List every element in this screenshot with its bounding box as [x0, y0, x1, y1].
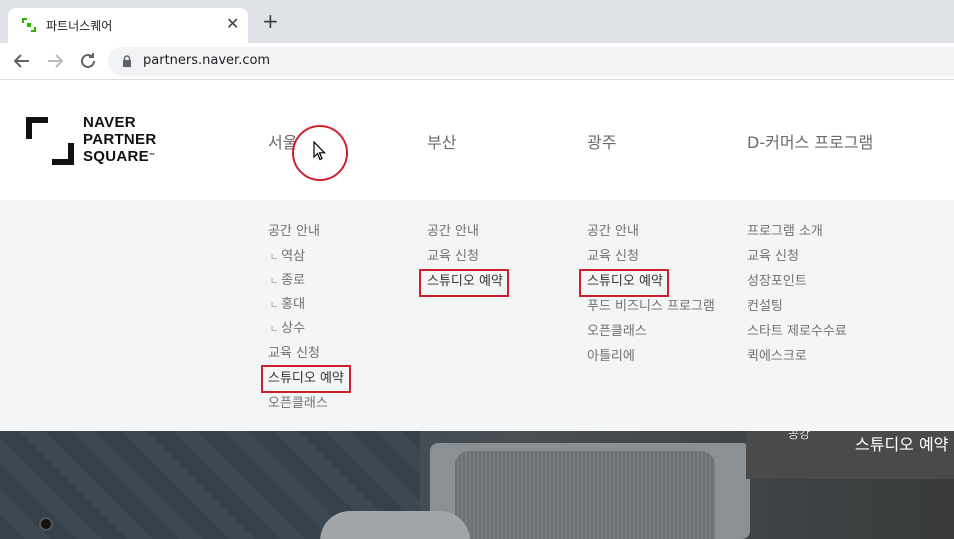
url-text: partners.naver.com — [143, 53, 271, 68]
menu-column-busan: 공간 안내 교육 신청 스튜디오 예약 — [427, 222, 503, 297]
menu-item-seoul-education[interactable]: 교육 신청 — [268, 344, 344, 369]
hero-studio-text[interactable]: 스튜디오 예약 — [855, 431, 948, 455]
menu-item-seoul-sangsu[interactable]: 상수 — [268, 319, 344, 344]
favicon-icon — [22, 18, 36, 32]
hero-chair-mesh — [455, 451, 715, 539]
menu-item-gwangju-studio[interactable]: 스튜디오 예약 — [587, 272, 715, 297]
gnb-dcommerce[interactable]: D-커머스 프로그램 — [747, 129, 873, 153]
browser-toolbar: partners.naver.com — [0, 43, 954, 80]
address-bar[interactable]: partners.naver.com — [108, 47, 954, 76]
back-arrow-icon[interactable] — [10, 49, 34, 73]
logo-mark-icon[interactable] — [26, 117, 74, 165]
menu-column-gwangju: 공간 안내 교육 신청 스튜디오 예약 푸드 비즈니스 프로그램 오픈클래스 아… — [587, 222, 715, 372]
hero-socket-icon — [39, 517, 53, 531]
menu-item-dc-growth-point[interactable]: 성장포인트 — [747, 272, 847, 297]
browser-tabstrip: 파트너스퀘어 ✕ + — [0, 0, 954, 43]
menu-item-seoul-space[interactable]: 공간 안내 — [268, 222, 344, 247]
menu-item-gwangju-atelier[interactable]: 아틀리에 — [587, 347, 715, 372]
menu-item-seoul-yeoksam[interactable]: 역삼 — [268, 247, 344, 271]
logo-line-square: SQUARE — [83, 148, 149, 165]
menu-item-seoul-studio[interactable]: 스튜디오 예약 — [268, 369, 344, 394]
menu-item-gwangju-openclass[interactable]: 오픈클래스 — [587, 322, 715, 347]
menu-column-seoul: 공간 안내 역삼 종로 홍대 상수 교육 신청 스튜디오 예약 오픈클래스 — [268, 222, 344, 419]
menu-item-seoul-openclass[interactable]: 오픈클래스 — [268, 394, 344, 419]
menu-item-dc-consulting[interactable]: 컨설팅 — [747, 297, 847, 322]
site-header: NAVER PARTNER SQUARE™ 서울 부산 광주 D-커머스 프로그… — [0, 80, 954, 200]
menu-item-dc-education[interactable]: 교육 신청 — [747, 247, 847, 272]
reload-icon[interactable] — [76, 49, 100, 73]
menu-item-gwangju-education[interactable]: 교육 신청 — [587, 247, 715, 272]
menu-item-busan-space[interactable]: 공간 안내 — [427, 222, 503, 247]
tab-close-icon[interactable]: ✕ — [226, 14, 239, 33]
logo-text[interactable]: NAVER PARTNER SQUARE™ — [83, 114, 157, 165]
browser-tab[interactable]: 파트너스퀘어 ✕ — [8, 8, 248, 43]
menu-item-dc-intro[interactable]: 프로그램 소개 — [747, 222, 847, 247]
mega-menu-dropdown: 공간 안내 역삼 종로 홍대 상수 교육 신청 스튜디오 예약 오픈클래스 공간… — [0, 200, 954, 431]
hero-banner: 공강 스튜디오 예약 — [0, 431, 954, 539]
logo-line-naver: NAVER — [83, 114, 136, 131]
menu-item-busan-education[interactable]: 교육 신청 — [427, 247, 503, 272]
gnb-seoul[interactable]: 서울 — [268, 129, 297, 153]
tab-title: 파트너스퀘어 — [46, 19, 113, 33]
menu-column-dcommerce: 프로그램 소개 교육 신청 성장포인트 컨설팅 스타트 제로수수료 퀵에스크로 — [747, 222, 847, 372]
hero-chair-seat — [320, 511, 470, 539]
logo-trademark: ™ — [148, 153, 156, 159]
menu-item-seoul-hongdae[interactable]: 홍대 — [268, 295, 344, 319]
menu-item-gwangju-space[interactable]: 공간 안내 — [587, 222, 715, 247]
menu-item-dc-zero-fee[interactable]: 스타트 제로수수료 — [747, 322, 847, 347]
menu-item-busan-studio[interactable]: 스튜디오 예약 — [427, 272, 503, 297]
forward-arrow-icon[interactable] — [43, 49, 67, 73]
menu-item-dc-quick-escrow[interactable]: 퀵에스크로 — [747, 347, 847, 372]
hero-partial-text: 공강 — [788, 431, 811, 441]
menu-item-seoul-jongno[interactable]: 종로 — [268, 271, 344, 295]
menu-item-gwangju-food[interactable]: 푸드 비즈니스 프로그램 — [587, 297, 715, 322]
lock-icon — [123, 55, 131, 67]
gnb-busan[interactable]: 부산 — [427, 129, 456, 153]
gnb-gwangju[interactable]: 광주 — [587, 129, 616, 153]
new-tab-icon[interactable]: + — [262, 11, 279, 31]
logo-line-partner: PARTNER — [83, 131, 157, 148]
